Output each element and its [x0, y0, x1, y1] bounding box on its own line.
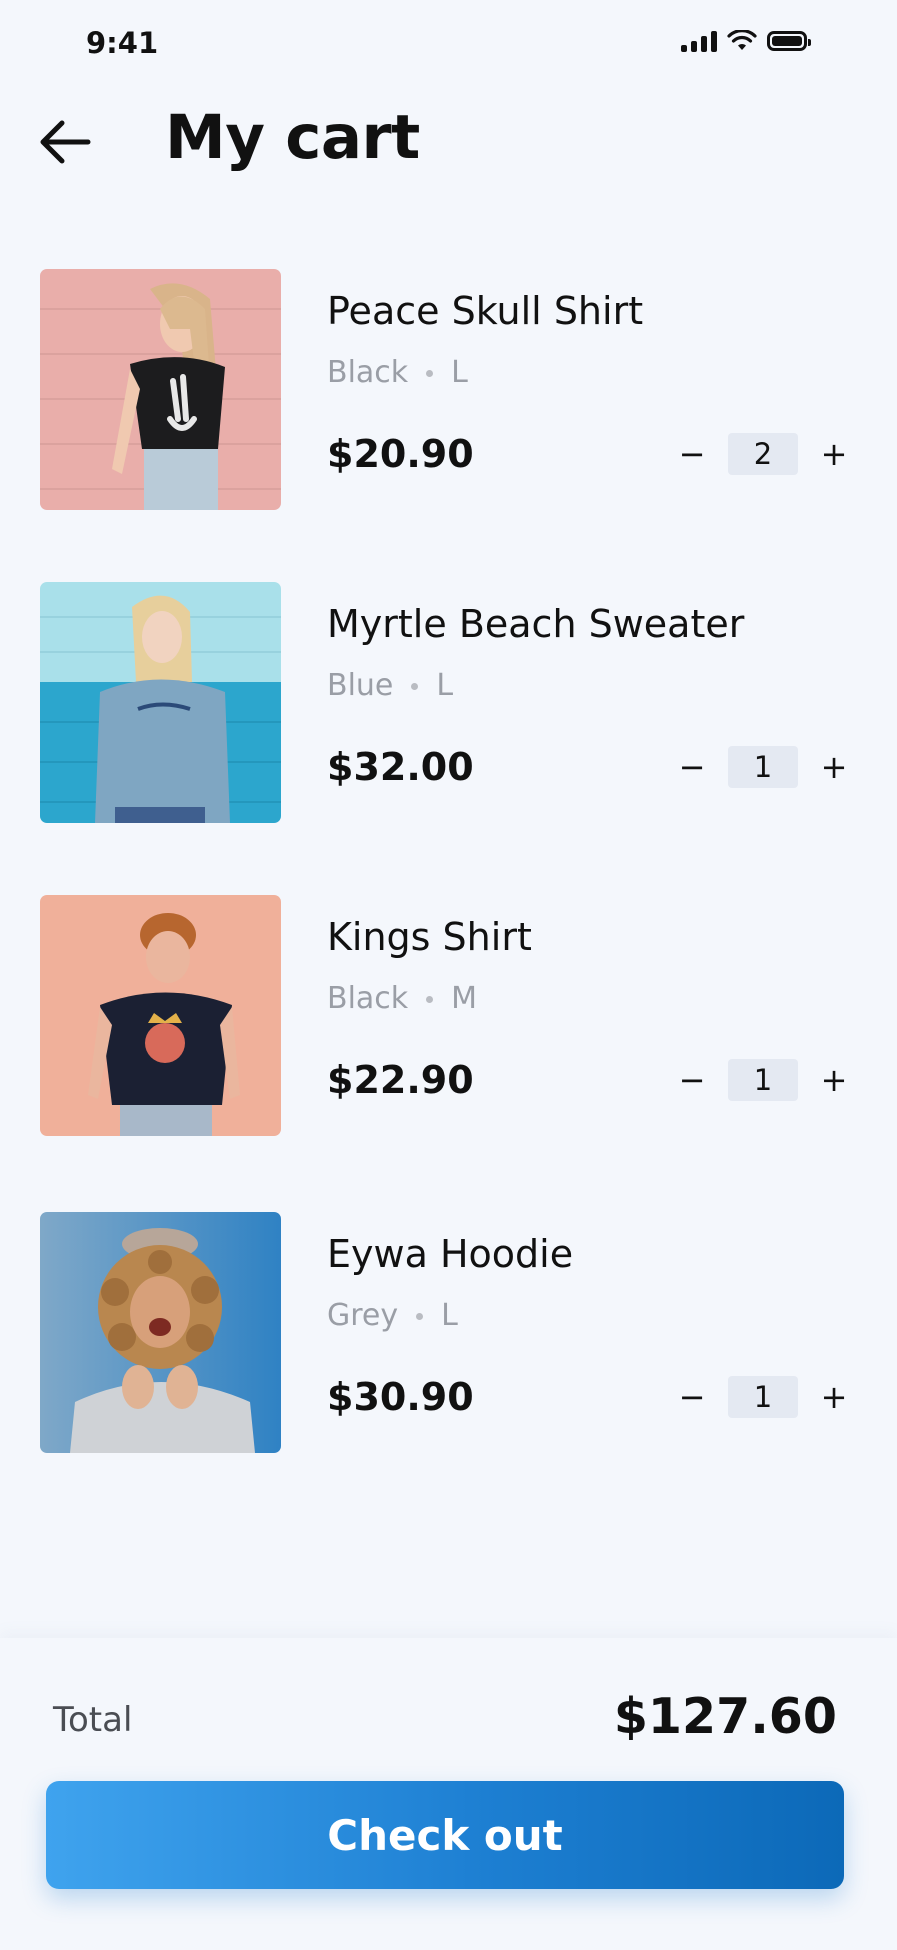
cart-item[interactable]: Myrtle Beach Sweater Blue L $32.00 − 1 +	[40, 582, 860, 823]
total-label: Total	[53, 1700, 133, 1740]
item-name: Myrtle Beach Sweater	[327, 602, 745, 646]
quantity-value: 1	[728, 1376, 798, 1418]
decrease-quantity-button[interactable]: −	[666, 1375, 718, 1419]
decrease-quantity-button[interactable]: −	[666, 745, 718, 789]
separator-dot	[416, 1313, 424, 1320]
quantity-stepper: − 1 +	[666, 745, 860, 789]
back-button[interactable]	[36, 112, 96, 172]
increase-quantity-button[interactable]: +	[808, 1375, 860, 1419]
cart-footer: Total $127.60 Check out	[0, 1638, 897, 1950]
item-variant: Black M	[327, 981, 477, 1016]
item-price: $30.90	[327, 1375, 474, 1419]
quantity-value: 2	[728, 433, 798, 475]
arrow-left-icon	[40, 120, 91, 164]
quantity-value: 1	[728, 1059, 798, 1101]
separator-dot	[411, 683, 419, 690]
item-variant: Black L	[327, 355, 468, 390]
item-name: Eywa Hoodie	[327, 1232, 574, 1276]
increase-quantity-button[interactable]: +	[808, 1058, 860, 1102]
item-variant: Blue L	[327, 668, 453, 703]
decrease-quantity-button[interactable]: −	[666, 1058, 718, 1102]
status-time: 9:41	[86, 26, 159, 60]
quantity-stepper: − 2 +	[666, 432, 860, 476]
increase-quantity-button[interactable]: +	[808, 745, 860, 789]
item-color: Grey	[327, 1298, 399, 1333]
item-name: Kings Shirt	[327, 915, 532, 959]
product-image	[40, 1212, 281, 1453]
cart-item[interactable]: Kings Shirt Black M $22.90 − 1 +	[40, 895, 860, 1136]
quantity-value: 1	[728, 746, 798, 788]
item-price: $20.90	[327, 432, 474, 476]
product-image	[40, 582, 281, 823]
header: My cart	[0, 100, 897, 190]
separator-dot	[426, 996, 434, 1003]
status-bar: 9:41	[0, 0, 897, 90]
cart-item[interactable]: Eywa Hoodie Grey L $30.90 − 1 +	[40, 1212, 860, 1453]
status-icons	[681, 30, 811, 52]
wifi-icon	[727, 30, 757, 50]
item-size: L	[441, 1298, 458, 1333]
item-color: Black	[327, 355, 409, 390]
item-size: L	[436, 668, 454, 703]
product-image	[40, 895, 281, 1136]
total-value: $127.60	[613, 1688, 837, 1745]
product-image	[40, 269, 281, 510]
decrease-quantity-button[interactable]: −	[666, 432, 718, 476]
item-size: M	[451, 981, 478, 1016]
item-variant: Grey L	[327, 1298, 458, 1333]
checkout-button[interactable]: Check out	[46, 1781, 844, 1889]
item-color: Blue	[327, 668, 394, 703]
separator-dot	[426, 370, 434, 377]
item-price: $22.90	[327, 1058, 474, 1102]
item-price: $32.00	[327, 745, 474, 789]
cart-item[interactable]: Peace Skull Shirt Black L $20.90 − 2 +	[40, 269, 860, 510]
quantity-stepper: − 1 +	[666, 1058, 860, 1102]
item-color: Black	[327, 981, 409, 1016]
cellular-signal-icon	[681, 30, 717, 52]
quantity-stepper: − 1 +	[666, 1375, 860, 1419]
battery-icon	[767, 31, 811, 51]
increase-quantity-button[interactable]: +	[808, 432, 860, 476]
item-name: Peace Skull Shirt	[327, 289, 644, 333]
page-title: My cart	[165, 102, 420, 173]
item-size: L	[451, 355, 468, 390]
